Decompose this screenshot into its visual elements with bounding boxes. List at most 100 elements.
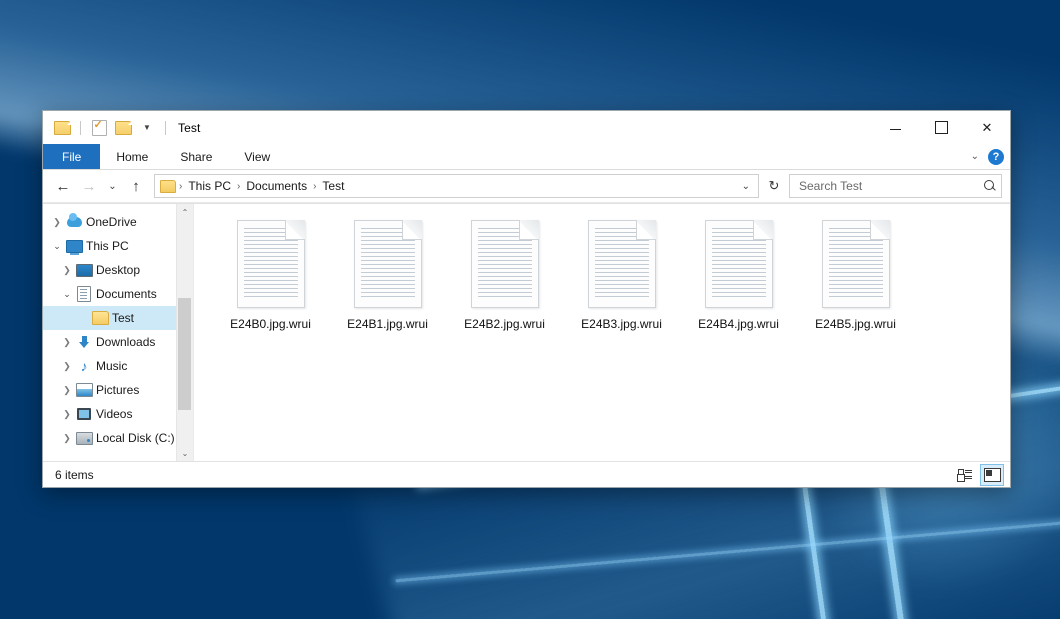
generic-document-icon: [237, 220, 305, 308]
chevron-right-icon[interactable]: ❯: [59, 361, 75, 372]
sidebar-item-documents[interactable]: ⌄ Documents: [43, 282, 193, 306]
search-icon: [984, 180, 997, 193]
breadcrumb-item-test[interactable]: Test: [317, 177, 349, 195]
sidebar-item-test[interactable]: Test: [43, 306, 193, 330]
help-button[interactable]: ?: [988, 149, 1004, 165]
sidebar-item-label: Documents: [96, 287, 157, 301]
sidebar-item-label: Pictures: [96, 383, 139, 397]
sidebar-item-label: Videos: [96, 407, 132, 421]
downloads-icon: [75, 336, 93, 349]
generic-document-icon: [705, 220, 773, 308]
qat-customize-caret-icon[interactable]: ▼: [138, 119, 156, 137]
file-name-label: E24B3.jpg.wrui: [581, 317, 662, 331]
file-name-label: E24B4.jpg.wrui: [698, 317, 779, 331]
file-item[interactable]: E24B3.jpg.wrui: [563, 216, 680, 337]
chevron-right-icon[interactable]: ❯: [49, 217, 65, 228]
chevron-right-icon[interactable]: ❯: [59, 385, 75, 396]
sidebar-item-label: OneDrive: [86, 215, 137, 229]
scrollbar-thumb[interactable]: [178, 298, 191, 410]
address-bar: ← → ⌄ ↑ › This PC › Documents › Test ⌄ ↻: [43, 170, 1010, 203]
qat-separator-2: [165, 121, 166, 135]
refresh-icon[interactable]: ↻: [761, 174, 787, 198]
file-name-label: E24B5.jpg.wrui: [815, 317, 896, 331]
tab-file[interactable]: File: [43, 144, 100, 169]
item-count-label: 6 items: [55, 468, 94, 482]
sidebar-item-label: Downloads: [96, 335, 155, 349]
tab-view[interactable]: View: [228, 144, 286, 169]
pictures-icon: [75, 383, 93, 397]
videos-icon: [75, 408, 93, 420]
address-dropdown-chevron-down-icon[interactable]: ⌄: [736, 181, 756, 192]
breadcrumb-folder-icon: [160, 180, 176, 193]
window-title: Test: [178, 121, 200, 135]
file-list-pane[interactable]: E24B0.jpg.wrui E24B1.jpg.wrui E24B2.jpg.…: [194, 204, 1010, 461]
chevron-right-icon[interactable]: ❯: [59, 433, 75, 444]
details-view-button[interactable]: [953, 464, 977, 486]
chevron-right-icon[interactable]: ❯: [59, 337, 75, 348]
music-icon: ♪: [75, 360, 93, 373]
search-box[interactable]: [789, 174, 1002, 198]
breadcrumb-item-documents[interactable]: Documents: [241, 177, 312, 195]
search-input[interactable]: [797, 178, 981, 194]
desktop-icon: [75, 264, 93, 277]
quick-access-toolbar: ▼: [43, 119, 169, 137]
forward-button[interactable]: →: [77, 174, 101, 198]
recent-locations-chevron-down-icon[interactable]: ⌄: [103, 174, 122, 198]
maximize-button[interactable]: [918, 111, 964, 144]
file-item[interactable]: E24B1.jpg.wrui: [329, 216, 446, 337]
ribbon-right-controls: ⌄ ?: [971, 144, 1004, 169]
qat-new-folder-icon[interactable]: [114, 119, 132, 137]
tab-home[interactable]: Home: [100, 144, 164, 169]
sidebar-item-videos[interactable]: ❯ Videos: [43, 402, 193, 426]
chevron-down-icon[interactable]: ⌄: [49, 241, 65, 252]
sidebar-item-downloads[interactable]: ❯ Downloads: [43, 330, 193, 354]
large-icons-view-button[interactable]: [980, 464, 1004, 486]
sidebar-item-this-pc[interactable]: ⌄ This PC: [43, 234, 193, 258]
generic-document-icon: [471, 220, 539, 308]
pc-icon: [65, 240, 83, 253]
up-button[interactable]: ↑: [124, 174, 148, 198]
file-item[interactable]: E24B2.jpg.wrui: [446, 216, 563, 337]
breadcrumb[interactable]: › This PC › Documents › Test ⌄: [154, 174, 759, 198]
minimize-button[interactable]: [872, 111, 918, 144]
file-item[interactable]: E24B4.jpg.wrui: [680, 216, 797, 337]
sidebar-item-music[interactable]: ❯ ♪ Music: [43, 354, 193, 378]
chevron-right-icon[interactable]: ❯: [59, 265, 75, 276]
tab-share[interactable]: Share: [164, 144, 228, 169]
sidebar-item-label: Music: [96, 359, 127, 373]
sidebar-item-desktop[interactable]: ❯ Desktop: [43, 258, 193, 282]
chevron-right-icon[interactable]: ❯: [59, 409, 75, 420]
file-grid: E24B0.jpg.wrui E24B1.jpg.wrui E24B2.jpg.…: [212, 216, 1010, 337]
scrollbar-track[interactable]: [177, 220, 193, 445]
generic-document-icon: [354, 220, 422, 308]
file-item[interactable]: E24B5.jpg.wrui: [797, 216, 914, 337]
sidebar-item-pictures[interactable]: ❯ Pictures: [43, 378, 193, 402]
back-button[interactable]: ←: [51, 174, 75, 198]
qat-separator-1: [80, 121, 81, 135]
file-name-label: E24B1.jpg.wrui: [347, 317, 428, 331]
sidebar-item-local-disk-c[interactable]: ❯ Local Disk (C:): [43, 426, 193, 450]
sidebar-item-label: Local Disk (C:): [96, 431, 175, 445]
scroll-down-arrow-icon[interactable]: ⌄: [177, 445, 193, 461]
ribbon-tab-bar: File Home Share View ⌄ ?: [43, 144, 1010, 170]
disk-icon: [75, 432, 93, 445]
file-item[interactable]: E24B0.jpg.wrui: [212, 216, 329, 337]
sidebar-item-onedrive[interactable]: ❯ OneDrive: [43, 210, 193, 234]
close-button[interactable]: ✕: [964, 111, 1010, 144]
file-name-label: E24B2.jpg.wrui: [464, 317, 545, 331]
file-explorer-window: ▼ Test ✕ File Home Share View ⌄ ? ← → ⌄ …: [42, 110, 1011, 488]
status-bar: 6 items: [43, 461, 1010, 487]
scroll-up-arrow-icon[interactable]: ⌃: [177, 204, 193, 220]
file-name-label: E24B0.jpg.wrui: [230, 317, 311, 331]
navigation-pane: ❯ OneDrive ⌄ This PC ❯ Desktop ⌄ Documen…: [43, 204, 194, 461]
chevron-down-icon[interactable]: ⌄: [59, 289, 75, 300]
sidebar-item-label: Test: [112, 311, 134, 325]
expand-ribbon-chevron-down-icon[interactable]: ⌄: [971, 151, 979, 162]
qat-folder-icon[interactable]: [53, 119, 71, 137]
qat-properties-icon[interactable]: [90, 119, 108, 137]
breadcrumb-item-this-pc[interactable]: This PC: [183, 177, 236, 195]
window-controls: ✕: [872, 111, 1010, 144]
navigation-pane-scrollbar[interactable]: ⌃ ⌄: [176, 204, 193, 461]
generic-document-icon: [822, 220, 890, 308]
folder-icon: [91, 311, 109, 325]
